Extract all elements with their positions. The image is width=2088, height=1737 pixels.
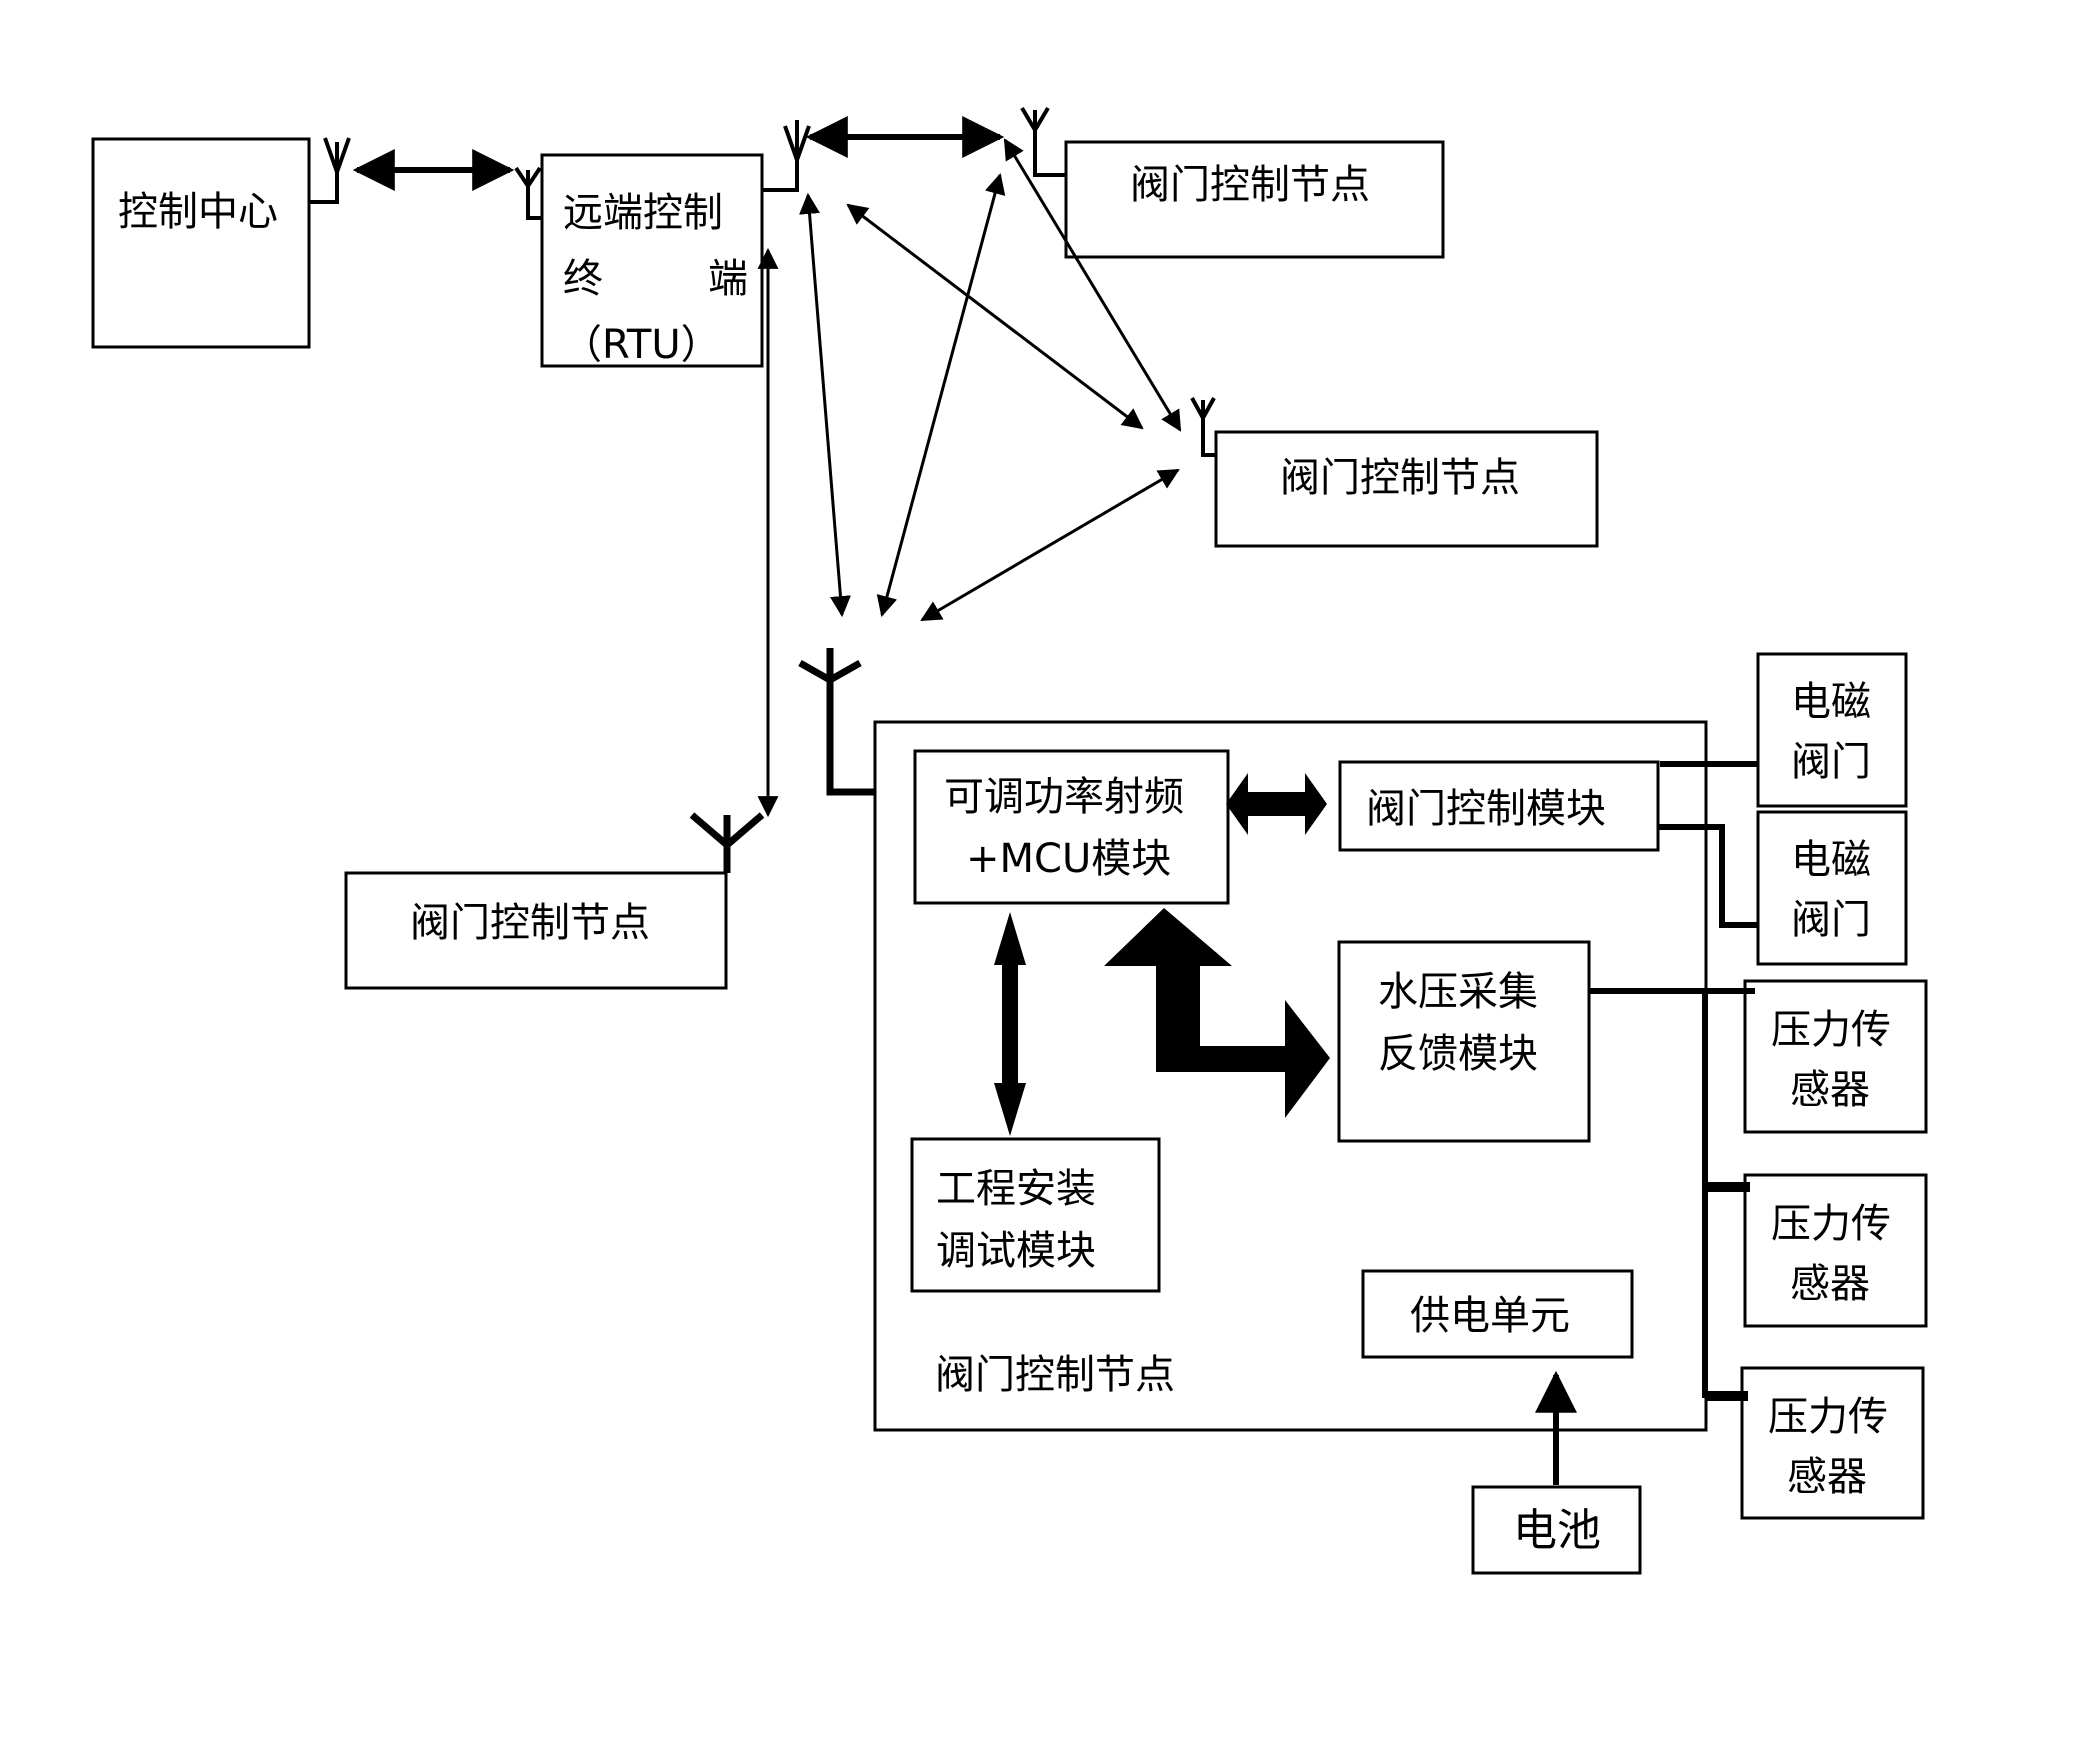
valve-node-right-label: 阀门控制节点 xyxy=(1280,455,1520,501)
antenna-icon xyxy=(762,120,811,192)
pressure-sensor-3-label-line1: 压力传 xyxy=(1768,1394,1888,1440)
link-arrow-rtu-detail xyxy=(799,192,851,618)
rtu-label-line3: （RTU） xyxy=(562,322,721,368)
rf-mcu-label-line2: +MCU模块 xyxy=(966,836,1171,882)
valve-control-module-label: 阀门控制模块 xyxy=(1366,786,1606,832)
rf-mcu-module-box: 可调功率射频 +MCU模块 xyxy=(913,749,1230,905)
link-arrow-top-detail xyxy=(876,172,1006,618)
em-valve-2-label-line2: 阀门 xyxy=(1791,897,1871,943)
eng-install-label-line1: 工程安装 xyxy=(936,1166,1096,1212)
valve-node-right-box: 阀门控制节点 xyxy=(1214,430,1599,548)
control-center-box: 控制中心 xyxy=(91,137,311,349)
pressure-sensor-2-label-line2: 感器 xyxy=(1790,1261,1870,1307)
water-pressure-label-line2: 反馈模块 xyxy=(1378,1031,1538,1077)
rtu-label-line2b: 端 xyxy=(708,256,748,302)
valve-node-top-label: 阀门控制节点 xyxy=(1130,162,1370,208)
valve-node-detail-label: 阀门控制节点 xyxy=(935,1352,1175,1398)
water-pressure-label-line1: 水压采集 xyxy=(1378,969,1538,1015)
em-valve-2-label-line1: 电磁 xyxy=(1791,837,1871,883)
pressure-sensor-3-box: 压力传 感器 xyxy=(1740,1366,1925,1520)
rtu-box: 远端控制 终 端 （RTU） xyxy=(540,153,764,368)
eng-install-label-line2: 调试模块 xyxy=(936,1228,1096,1274)
valve-node-left-box: 阀门控制节点 xyxy=(344,871,728,990)
antenna-icon xyxy=(309,137,351,204)
em-valve-1-label-line2: 阀门 xyxy=(1791,739,1871,785)
valve-control-module-box: 阀门控制模块 xyxy=(1338,760,1660,852)
eng-install-module-box: 工程安装 调试模块 xyxy=(910,1137,1161,1293)
pressure-sensor-1-label-line2: 感器 xyxy=(1790,1067,1870,1113)
antenna-icon xyxy=(689,812,765,873)
valve-node-left-label: 阀门控制节点 xyxy=(410,900,650,946)
valve-node-top-box: 阀门控制节点 xyxy=(1064,140,1445,259)
pressure-sensor-2-label-line1: 压力传 xyxy=(1771,1201,1891,1247)
system-diagram: 控制中心 远端控制 终 端 （RTU） 阀门控制节点 阀门控制节点 阀门控制节点… xyxy=(91,106,1928,1575)
pressure-sensor-2-box: 压力传 感器 xyxy=(1743,1173,1928,1328)
antenna-icon xyxy=(514,166,542,220)
em-valve-2-box: 电磁 阀门 xyxy=(1756,810,1908,966)
rf-mcu-label-line1: 可调功率射频 xyxy=(944,774,1184,820)
battery-box: 电池 xyxy=(1471,1485,1642,1575)
water-pressure-module-box: 水压采集 反馈模块 xyxy=(1337,940,1591,1143)
wire-valve-ctrl-em1 xyxy=(1660,761,1758,767)
em-valve-1-label-line1: 电磁 xyxy=(1791,679,1871,725)
link-arrow-right-detail xyxy=(920,468,1180,622)
control-center-label: 控制中心 xyxy=(118,189,278,235)
em-valve-1-box: 电磁 阀门 xyxy=(1756,652,1908,808)
antenna-icon xyxy=(1190,397,1216,457)
power-unit-label: 供电单元 xyxy=(1410,1293,1570,1339)
antenna-icon xyxy=(1020,106,1066,177)
pressure-sensor-1-box: 压力传 感器 xyxy=(1743,979,1928,1134)
rtu-label-line2a: 终 xyxy=(563,256,603,302)
pressure-sensor-3-label-line2: 感器 xyxy=(1787,1454,1867,1500)
rtu-label-line1: 远端控制 xyxy=(563,190,723,236)
power-unit-box: 供电单元 xyxy=(1361,1269,1634,1359)
battery-label: 电池 xyxy=(1513,1505,1601,1556)
pressure-sensor-1-label-line1: 压力传 xyxy=(1771,1007,1891,1053)
